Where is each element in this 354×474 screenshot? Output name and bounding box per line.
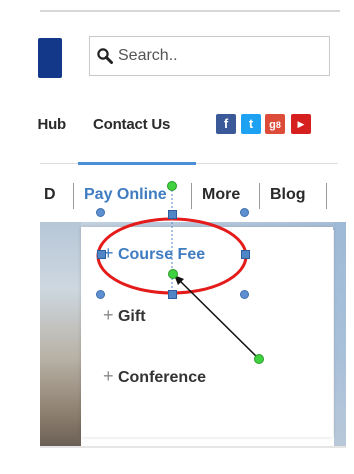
resize-handle[interactable]: [168, 210, 177, 219]
resize-handle[interactable]: [241, 250, 250, 259]
corner-handle[interactable]: [240, 290, 249, 299]
corner-handle[interactable]: [240, 208, 249, 217]
footer-rule: [40, 446, 346, 448]
rotate-handle[interactable]: [167, 181, 177, 191]
corner-handle[interactable]: [96, 290, 105, 299]
annotation-overlay: [96, 186, 259, 359]
corner-handle[interactable]: [96, 208, 105, 217]
resize-handle[interactable]: [168, 290, 177, 299]
arrow-end-handle[interactable]: [168, 269, 178, 279]
resize-handle[interactable]: [97, 250, 106, 259]
annotation-arrow: [175, 276, 259, 359]
arrow-start-handle[interactable]: [254, 354, 264, 364]
